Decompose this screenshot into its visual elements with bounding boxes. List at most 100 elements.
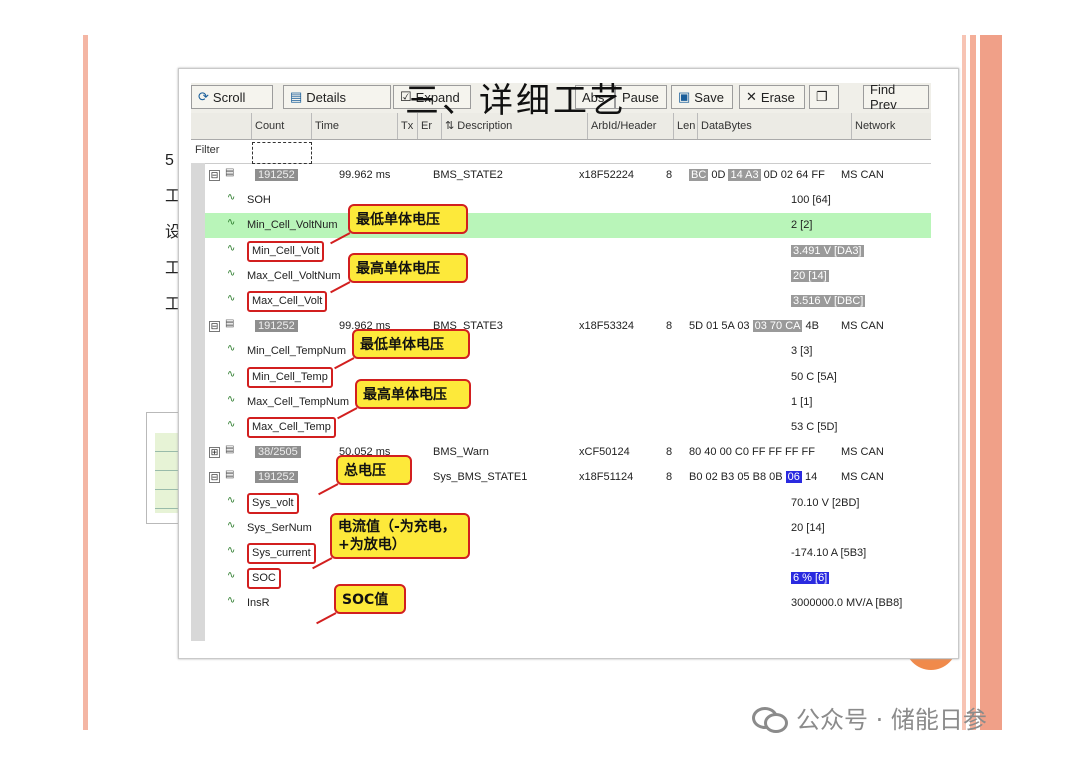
message-row[interactable]: ⊟ ▤ 191252 Sys_BMS_STATE1 x18F51124 8 B0 02 B3… <box>205 465 931 490</box>
copy-icon: ❐ <box>816 89 828 104</box>
databytes-selected: 03 70 CA <box>752 320 803 333</box>
details-button[interactable]: ▤ Details <box>283 85 391 109</box>
network-cell: MS CAN <box>841 446 884 459</box>
len-cell: 8 <box>666 471 673 484</box>
message-icon: ▤ <box>225 444 235 456</box>
signal-icon: ∿ <box>227 494 236 506</box>
background-side-text: 5 工 设 工 工 <box>165 148 182 328</box>
databytes-cell: 80 40 00 C0 FF FF FF FF <box>689 440 815 465</box>
databytes-mid: 0D <box>708 169 729 181</box>
signal-row[interactable]: ∿ Min_Cell_VoltNum 2 [2] <box>205 213 931 239</box>
side-char: 工 <box>165 260 182 277</box>
signal-row[interactable]: ∿ Min_Cell_Temp 50 C [5A] <box>205 365 931 390</box>
message-grid: Count Time Tx Er ⇅ Description ArbId/Hea… <box>191 113 931 641</box>
find-prev-label: Find Prev <box>870 82 897 112</box>
callout-min-temp: 最低单体电压 <box>352 329 470 359</box>
signal-value: -174.10 A [5B3] <box>791 547 867 559</box>
signal-icon: ∿ <box>227 192 236 204</box>
expand-toggle-icon[interactable]: ⊟ <box>209 321 220 333</box>
scroll-button[interactable]: ⟳ Scroll <box>191 85 273 109</box>
signal-value: 3000000.0 MV/A [BB8] <box>791 597 903 610</box>
len-cell: 8 <box>666 446 673 459</box>
can-trace-window: ⟳ Scroll ▤ Details ☑ Expand Abs Pause ▣ Save… <box>178 68 959 659</box>
signal-row[interactable]: ∿ Max_Cell_TempNum 1 [1] <box>205 390 931 415</box>
signal-name: Max_Cell_Volt <box>247 291 328 312</box>
expand-toggle-icon[interactable]: ⊟ <box>209 472 220 484</box>
count-cell: 38/2505 <box>255 446 301 459</box>
signal-row[interactable]: ∿ Max_Cell_Volt 3.516 V [DBC] <box>205 289 931 314</box>
databytes-cell: 5D 01 5A 03 03 70 CA 4B <box>689 314 819 339</box>
slide-title: 三、详细工艺 <box>405 81 627 121</box>
signal-name: InsR <box>247 597 270 610</box>
signal-row[interactable]: ∿ SOH 100 [64] <box>205 188 931 213</box>
signal-row[interactable]: ∿ SOC 6 % [6] <box>205 566 931 591</box>
expand-toggle-icon[interactable]: ⊟ <box>209 170 220 181</box>
signal-name: SOC <box>247 568 281 590</box>
col-count[interactable]: Count <box>251 113 311 139</box>
col-len[interactable]: Len <box>673 113 697 139</box>
signal-name: Sys_volt <box>247 492 299 514</box>
message-row[interactable]: ⊞ ▤ 38/2505 50.052 ms BMS_Warn xCF50124 8 80 40… <box>205 440 931 465</box>
erase-button[interactable]: ✕ Erase <box>739 85 805 109</box>
copy-button[interactable]: ❐ <box>809 85 839 109</box>
message-row[interactable]: ⊟ ▤ 191252 99.962 ms BMS_STATE3 x18F53324 8 5D … <box>205 314 931 339</box>
signal-value: 20 [14] <box>791 269 829 282</box>
databytes-post: 14 <box>801 471 818 484</box>
filter-count-input[interactable] <box>252 142 312 164</box>
signal-value: 50 C [5A] <box>791 370 837 383</box>
callout-max-temp: 最高单体电压 <box>355 379 471 409</box>
signal-name: Min_Cell_Temp <box>247 366 333 388</box>
watermark-text: 公众号 · 储能日参 <box>796 706 987 734</box>
signal-row[interactable]: ∿ Min_Cell_TempNum 3 [3] <box>205 339 931 364</box>
description-cell: BMS_STATE2 <box>433 169 503 181</box>
callout-max-temp-text: 最高单体电压 <box>363 387 447 403</box>
signal-value: 1 [1] <box>791 395 813 408</box>
signal-icon: ∿ <box>227 267 236 279</box>
signal-icon: ∿ <box>227 393 236 405</box>
scroll-label: Scroll <box>212 89 246 105</box>
signal-icon: ∿ <box>227 242 236 254</box>
signal-icon: ∿ <box>227 368 236 380</box>
signal-icon: ∿ <box>227 293 236 304</box>
signal-icon: ∿ <box>227 343 236 355</box>
signal-name: Max_Cell_VoltNum <box>247 269 341 282</box>
signal-row[interactable]: ∿ Sys_SerNum 20 [14] <box>205 516 931 541</box>
signal-row[interactable]: ∿ Max_Cell_VoltNum 20 [14] <box>205 264 931 289</box>
signal-value: 6 % [6] <box>791 572 830 585</box>
arbid-cell: x18F51124 <box>579 471 634 484</box>
signal-name: Min_Cell_TempNum <box>247 345 347 358</box>
erase-label: Erase <box>760 89 795 105</box>
signal-row[interactable]: ∿ Sys_current -174.10 A [5B3] <box>205 541 931 566</box>
network-cell: MS CAN <box>841 169 884 181</box>
col-time[interactable]: Time <box>311 113 397 139</box>
pause-label: Pause <box>622 89 659 105</box>
message-icon: ▤ <box>225 167 235 178</box>
signal-row[interactable]: ∿ Sys_volt 70.10 V [2BD] <box>205 491 931 516</box>
callout-max-volt: 最高单体电压 <box>348 253 468 283</box>
databytes-pre: 80 40 00 C0 FF FF FF FF <box>689 446 815 459</box>
message-icon: ▤ <box>225 318 235 330</box>
signal-icon: ∿ <box>227 570 236 582</box>
signal-name: Sys_current <box>247 543 316 564</box>
signal-name: Max_Cell_TempNum <box>247 395 350 408</box>
signal-name: Sys_SerNum <box>247 521 312 534</box>
col-databytes[interactable]: DataBytes <box>697 113 851 139</box>
description-cell: BMS_Warn <box>433 446 489 459</box>
callout-current-line2: +为放电） <box>338 537 406 553</box>
erase-icon: ✕ <box>746 89 757 104</box>
message-row[interactable]: ⊟ ▤ 191252 99.962 ms BMS_STATE2 x18F52224 8 BC … <box>205 163 931 188</box>
signal-row[interactable]: ∿ Min_Cell_Volt 3.491 V [DA3] <box>205 239 931 264</box>
save-button[interactable]: ▣ Save <box>671 85 733 109</box>
save-label: Save <box>694 89 724 105</box>
signal-value: 53 C [5D] <box>791 421 838 433</box>
expand-toggle-icon[interactable]: ⊞ <box>209 447 220 459</box>
col-network[interactable]: Network <box>851 113 931 139</box>
signal-row[interactable]: ∿ Max_Cell_Temp 53 C [5D] <box>205 415 931 440</box>
find-prev-button[interactable]: Find Prev <box>863 82 929 112</box>
network-cell: MS CAN <box>841 471 884 484</box>
signal-row[interactable]: ∿ InsR 3000000.0 MV/A [BB8] <box>205 591 931 616</box>
signal-icon: ∿ <box>227 519 236 531</box>
network-cell: MS CAN <box>841 320 884 333</box>
callout-max-volt-text: 最高单体电压 <box>356 261 440 277</box>
signal-name: SOH <box>247 194 271 207</box>
